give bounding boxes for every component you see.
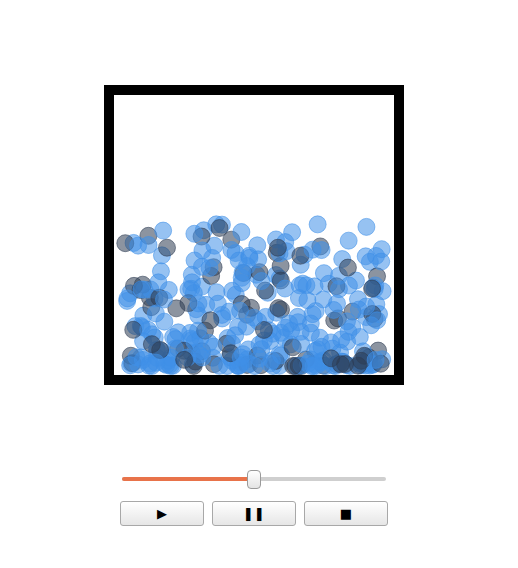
particle — [323, 350, 340, 367]
simulation-box — [104, 85, 404, 385]
particle — [221, 303, 238, 320]
particle — [183, 274, 200, 291]
particle — [245, 309, 262, 326]
particle — [373, 241, 390, 258]
pause-button[interactable]: ❚❚ — [212, 501, 296, 526]
particle — [238, 258, 255, 275]
particle — [364, 280, 381, 297]
particle — [155, 222, 172, 239]
particle — [358, 298, 375, 315]
particle — [333, 331, 350, 348]
particle — [277, 280, 294, 297]
particle — [369, 312, 386, 329]
particle — [155, 291, 172, 308]
particle — [340, 232, 357, 249]
particle-canvas — [114, 95, 394, 375]
particle — [284, 224, 301, 241]
particle — [130, 237, 147, 254]
particle — [357, 248, 374, 265]
particle — [190, 295, 207, 312]
particle — [358, 218, 375, 235]
particle — [325, 301, 342, 318]
particle — [190, 322, 207, 339]
particle — [186, 225, 203, 242]
particle — [269, 239, 286, 256]
particle — [211, 357, 228, 374]
play-button[interactable]: ▶ — [120, 501, 204, 526]
particle — [253, 273, 270, 290]
particle — [176, 351, 193, 368]
particle — [293, 335, 310, 352]
speed-slider[interactable] — [122, 469, 386, 489]
particle — [148, 354, 165, 371]
particle — [133, 281, 150, 298]
particle — [330, 281, 347, 298]
particle — [227, 327, 244, 344]
particle — [223, 241, 240, 258]
particle — [304, 241, 321, 258]
particle — [263, 352, 280, 369]
particle — [158, 239, 175, 256]
particle — [233, 223, 250, 240]
controls: ▶ ❚❚ ■ — [120, 501, 388, 526]
page: ▶ ❚❚ ■ — [0, 0, 518, 568]
particle — [351, 328, 368, 345]
particle — [232, 349, 249, 366]
particle — [211, 219, 228, 236]
particle — [193, 258, 210, 275]
particle — [233, 275, 250, 292]
particle — [285, 357, 302, 374]
particle — [338, 313, 355, 330]
particle — [152, 263, 169, 280]
particle — [294, 275, 311, 292]
particle — [367, 351, 384, 368]
slider-thumb[interactable] — [247, 470, 261, 489]
particle — [270, 300, 287, 317]
particle — [125, 321, 142, 338]
stop-button[interactable]: ■ — [304, 501, 388, 526]
particle — [309, 216, 326, 233]
slider-fill — [122, 477, 254, 481]
particle — [339, 259, 356, 276]
